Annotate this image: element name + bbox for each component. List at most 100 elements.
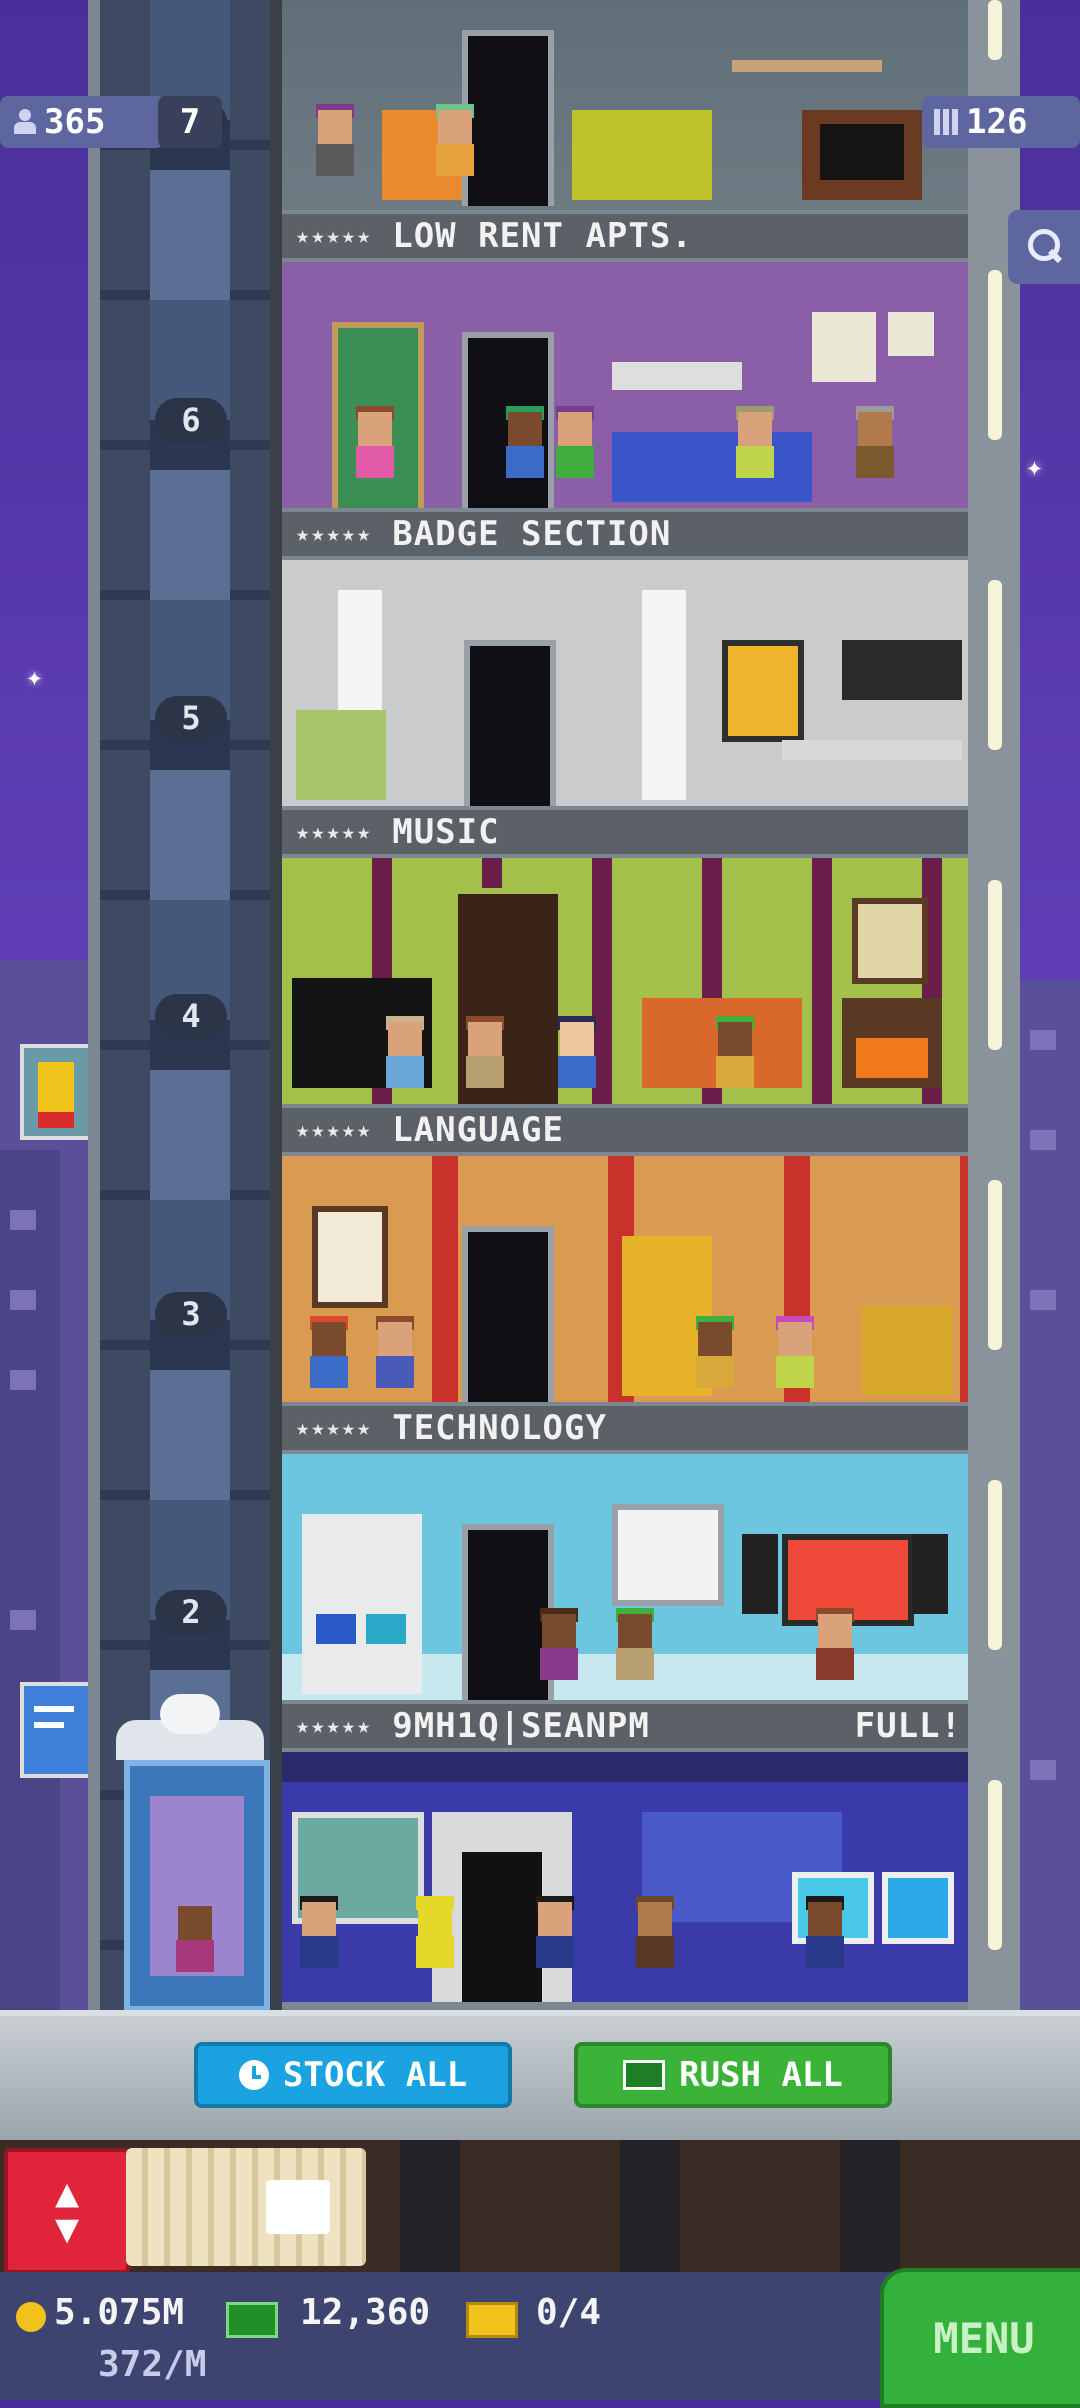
elevator-arrows-icon: ▲ ▼: [54, 2170, 80, 2252]
lobby-worker[interactable]: [802, 1896, 848, 1968]
resident[interactable]: [852, 406, 898, 478]
city-building-left-2: [0, 1150, 60, 2010]
lobby-worker[interactable]: [532, 1896, 578, 1968]
rail-light: [988, 1780, 1002, 1950]
lobby-worker[interactable]: [412, 1896, 458, 1968]
speaker: [742, 1534, 778, 1614]
rush-all-button[interactable]: RUSH ALL: [574, 2042, 892, 2108]
wall-painting: [722, 640, 804, 742]
resident[interactable]: [536, 1608, 582, 1680]
floor-name: TECHNOLOGY: [392, 1408, 607, 1448]
wall-painting: [852, 898, 928, 984]
floor-label-badge-section[interactable]: ★★★★★ BADGE SECTION: [282, 512, 968, 556]
elevator-floor-2[interactable]: 2: [155, 1590, 227, 1634]
floor-name: 9MH1Q|SEANPM: [392, 1706, 650, 1746]
floor-low-rent-apts[interactable]: [282, 0, 968, 210]
rooms-counter[interactable]: 126: [922, 96, 1080, 148]
resident[interactable]: [612, 1608, 658, 1680]
floor-name: MUSIC: [392, 812, 500, 852]
fireplace: [842, 998, 942, 1088]
blue-sofa: [612, 432, 812, 502]
elevator-floor-4[interactable]: 4: [155, 994, 227, 1038]
resident[interactable]: [692, 1316, 738, 1388]
resident[interactable]: [552, 406, 598, 478]
floor-label-2[interactable]: ★★★★★ 9MH1Q|SEANPM FULL!: [282, 1704, 968, 1748]
floor-name: LOW RENT APTS.: [392, 216, 693, 256]
floor-label-language[interactable]: ★★★★★ LANGUAGE: [282, 1108, 968, 1152]
box-icon: [266, 2180, 330, 2234]
tower-pillar: [270, 0, 282, 2010]
rooms-value: 126: [966, 102, 1028, 142]
elevator-button[interactable]: ▲ ▼: [4, 2148, 130, 2274]
resident[interactable]: [382, 1016, 428, 1088]
stock-all-button[interactable]: STOCK ALL: [194, 2042, 512, 2108]
floor-name: BADGE SECTION: [392, 514, 672, 554]
resident[interactable]: [432, 104, 478, 176]
stock-all-label: STOCK ALL: [282, 2055, 468, 2095]
rail-light: [988, 1180, 1002, 1350]
wall-scroll: [312, 1206, 388, 1308]
resident[interactable]: [554, 1016, 600, 1088]
tickets-value: 0/4: [536, 2292, 602, 2333]
floor-count-value: 7: [179, 102, 201, 142]
floor-language[interactable]: [282, 858, 968, 1104]
resident[interactable]: [732, 406, 778, 478]
population-value: 365: [44, 102, 106, 142]
ticket-icon: [466, 2302, 518, 2338]
resident[interactable]: [772, 1316, 818, 1388]
resident[interactable]: [306, 1316, 352, 1388]
resident[interactable]: [812, 1608, 858, 1680]
floor-music[interactable]: [282, 560, 968, 806]
floor-stars: ★★★★★: [296, 521, 373, 547]
elevator-floor-5[interactable]: 5: [155, 696, 227, 740]
fries-billboard: [20, 1044, 94, 1140]
resident[interactable]: [712, 1016, 758, 1088]
elevator-floor-6[interactable]: 6: [155, 398, 227, 442]
floor-door: [464, 640, 556, 806]
population-counter[interactable]: 365: [0, 96, 164, 148]
coin-rate-value: 372/M: [98, 2344, 207, 2385]
rush-all-label: RUSH ALL: [679, 2055, 843, 2095]
coins-value: 5.075M: [54, 2292, 185, 2333]
bookshelf: [732, 60, 882, 72]
tv-cabinet: [802, 110, 922, 200]
lobby-worker[interactable]: [296, 1896, 342, 1968]
floor-badge-section[interactable]: [282, 262, 968, 508]
resident[interactable]: [462, 1016, 508, 1088]
elevator-car[interactable]: [124, 1760, 270, 2012]
rail-light: [988, 580, 1002, 750]
window: [612, 1504, 724, 1606]
floor-door: [462, 1226, 554, 1402]
menu-button[interactable]: MENU: [880, 2268, 1080, 2408]
elevator-floor-3[interactable]: 3: [155, 1292, 227, 1336]
elevator-passenger: [172, 1906, 218, 1972]
bux-value: 12,360: [300, 2292, 431, 2333]
stock-drawer[interactable]: [126, 2148, 366, 2266]
billboard-blue: [20, 1682, 94, 1778]
floor-2[interactable]: [282, 1454, 968, 1700]
floor-lobby[interactable]: [282, 1752, 968, 2002]
floor-stars: ★★★★★: [296, 1713, 373, 1739]
rail-light: [988, 880, 1002, 1050]
resident[interactable]: [352, 406, 398, 478]
rail-light: [988, 1480, 1002, 1650]
wall-frame: [888, 312, 934, 356]
floor-stars: ★★★★★: [296, 1415, 373, 1441]
lobby-worker[interactable]: [632, 1896, 678, 1968]
floor-technology[interactable]: [282, 1156, 968, 1402]
wall-sign: [612, 362, 742, 390]
resident[interactable]: [312, 104, 358, 176]
floor-name: LANGUAGE: [392, 1110, 564, 1150]
floor-full-badge: FULL!: [854, 1706, 962, 1746]
yellow-sofa: [572, 110, 712, 200]
search-button[interactable]: [1008, 210, 1080, 284]
kitchen-counter: [782, 740, 962, 760]
resident[interactable]: [372, 1316, 418, 1388]
building-icon: [934, 109, 958, 135]
floor-label-music[interactable]: ★★★★★ MUSIC: [282, 810, 968, 854]
bux-icon: [623, 2060, 666, 2090]
coin-icon: [16, 2302, 46, 2332]
floor-label-low-rent-apts[interactable]: ★★★★★ LOW RENT APTS.: [282, 214, 968, 258]
resident[interactable]: [502, 406, 548, 478]
floor-label-technology[interactable]: ★★★★★ TECHNOLOGY: [282, 1406, 968, 1450]
